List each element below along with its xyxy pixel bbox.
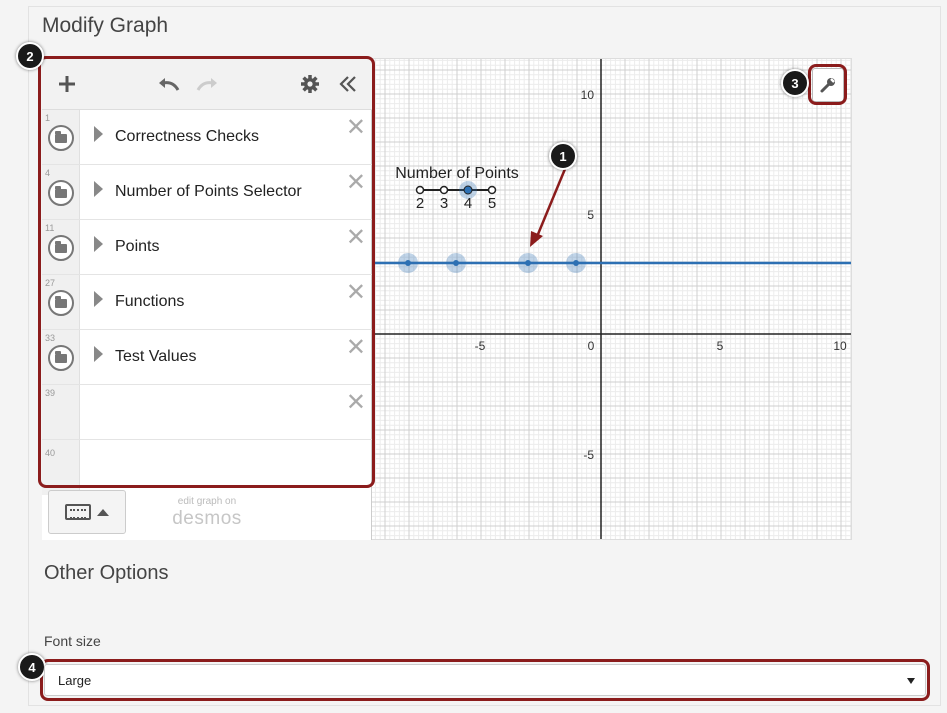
row-gutter: 40 [42, 440, 80, 495]
page-title: Modify Graph [42, 14, 169, 37]
expression-row-new[interactable]: 40 [42, 440, 372, 495]
row-gutter: 39 [42, 385, 80, 439]
settings-button[interactable] [296, 70, 324, 98]
triangle-up-icon [97, 508, 109, 516]
folder-icon [48, 235, 74, 261]
delete-row-icon[interactable]: ✕ [346, 281, 366, 305]
expression-row-points[interactable]: 11 Points ✕ [42, 220, 372, 275]
keyboard-icon [65, 504, 91, 520]
row-gutter: 33 [42, 330, 80, 384]
expression-row-test-values[interactable]: 33 Test Values ✕ [42, 330, 372, 385]
folder-label: Number of Points Selector [115, 183, 302, 200]
x-tick-label: -5 [475, 339, 486, 353]
row-number: 39 [45, 388, 56, 398]
gear-icon [301, 75, 319, 93]
expression-row-correctness-checks[interactable]: 1 Correctness Checks ✕ [42, 110, 372, 165]
caret-down-icon [907, 678, 915, 684]
row-number: 11 [45, 223, 55, 233]
folder-label: Test Values [115, 348, 197, 365]
point-marker[interactable] [446, 253, 466, 273]
add-expression-button[interactable] [53, 70, 81, 98]
x-tick-label: 5 [717, 339, 724, 353]
font-size-select[interactable]: Large [44, 664, 926, 696]
slider-title: Number of Points [395, 165, 519, 182]
undo-icon [159, 78, 180, 91]
expression-row-number-of-points-selector[interactable]: 4 Number of Points Selector ✕ [42, 165, 372, 220]
y-tick-label: 10 [581, 88, 595, 102]
expand-caret-icon[interactable] [94, 291, 103, 307]
expression-panel: 1 Correctness Checks ✕ 4 Number of Point… [42, 58, 372, 540]
folder-icon [48, 345, 74, 371]
row-number: 4 [45, 168, 51, 178]
expression-row-functions[interactable]: 27 Functions ✕ [42, 275, 372, 330]
wrench-icon [820, 78, 835, 93]
callout-badge-1: 1 [549, 142, 577, 170]
point-marker[interactable] [398, 253, 418, 273]
slider-label: 2 [416, 195, 424, 212]
x-tick-label: 0 [588, 339, 595, 353]
slider-label: 4 [464, 195, 472, 212]
expand-caret-icon[interactable] [94, 236, 103, 252]
plus-icon [59, 76, 75, 92]
delete-row-icon[interactable]: ✕ [346, 116, 366, 140]
y-tick-label: -5 [583, 448, 594, 462]
delete-row-icon[interactable]: ✕ [346, 336, 366, 360]
row-number: 33 [45, 333, 56, 343]
slider-label: 3 [440, 195, 448, 212]
folder-label: Points [115, 238, 160, 255]
row-number: 40 [45, 448, 56, 458]
expression-row-empty[interactable]: 39 ✕ [42, 385, 372, 440]
font-size-label: Font size [44, 633, 101, 649]
callout-badge-4: 4 [18, 653, 46, 681]
keypad-toggle-button[interactable] [48, 490, 126, 534]
folder-icon [48, 290, 74, 316]
edit-graph-link[interactable]: edit graph on [167, 496, 247, 507]
delete-row-icon[interactable]: ✕ [346, 391, 366, 415]
x-tick-label: 10 [833, 339, 847, 353]
callout-badge-3: 3 [781, 69, 809, 97]
other-options-heading: Other Options [44, 562, 169, 584]
folder-icon [48, 125, 74, 151]
folder-icon [48, 180, 74, 206]
folder-label: Correctness Checks [115, 128, 260, 145]
delete-row-icon[interactable]: ✕ [346, 226, 366, 250]
desmos-logo[interactable]: desmos [155, 508, 259, 530]
y-tick-label: 5 [587, 208, 594, 222]
redo-icon [196, 78, 217, 91]
point-marker[interactable] [518, 253, 538, 273]
delete-row-icon[interactable]: ✕ [346, 171, 366, 195]
callout-badge-2: 2 [16, 42, 44, 70]
expand-caret-icon[interactable] [94, 181, 103, 197]
redo-button[interactable] [193, 70, 221, 98]
expression-toolbar [42, 58, 372, 110]
collapse-list-button[interactable] [334, 70, 362, 98]
graph-settings-button[interactable] [812, 68, 844, 102]
folder-label: Functions [115, 293, 185, 310]
row-number: 27 [45, 278, 56, 288]
row-number: 1 [45, 113, 51, 123]
double-chevron-left-icon [339, 76, 356, 92]
font-size-value: Large [58, 673, 92, 688]
slider-label: 5 [488, 195, 496, 212]
row-gutter: 1 [42, 110, 80, 164]
row-gutter: 27 [42, 275, 80, 329]
expand-caret-icon[interactable] [94, 126, 103, 142]
point-marker[interactable] [566, 253, 586, 273]
row-gutter: 4 [42, 165, 80, 219]
expand-caret-icon[interactable] [94, 346, 103, 362]
row-gutter: 11 [42, 220, 80, 274]
undo-button[interactable] [155, 70, 183, 98]
